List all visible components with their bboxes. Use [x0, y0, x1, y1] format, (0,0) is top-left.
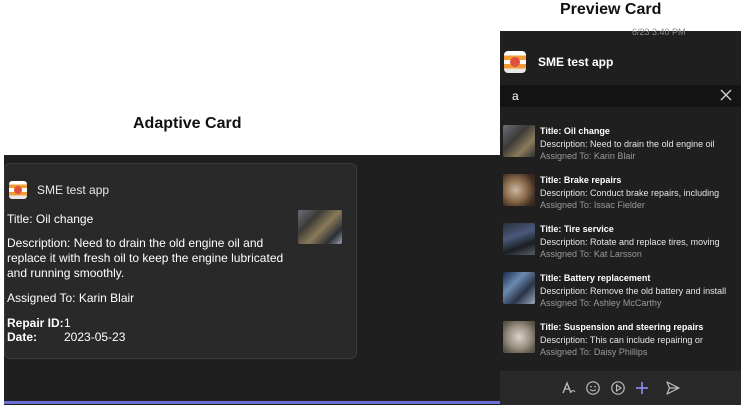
date-label: Date: [7, 330, 38, 344]
result-text: Title: Suspension and steering repairs D… [540, 321, 740, 359]
result-text: Title: Battery replacement Description: … [540, 272, 740, 310]
preview-card-heading: Preview Card [560, 1, 662, 18]
result-text: Title: Tire service Description: Rotate … [540, 223, 740, 261]
result-item[interactable]: Title: Brake repairs Description: Conduc… [500, 172, 741, 221]
result-description: Description: Remove the old battery and … [540, 285, 727, 296]
repair-id-row: Repair ID: 1 [7, 316, 125, 330]
date-row: Date: 2023-05-23 [7, 330, 125, 344]
format-icon[interactable] [560, 380, 576, 396]
date-value: 2023-05-23 [64, 330, 126, 344]
search-results-list: Title: Oil change Description: Need to d… [500, 123, 741, 368]
result-item[interactable]: Title: Oil change Description: Need to d… [500, 123, 741, 172]
result-thumbnail [503, 223, 535, 255]
result-assigned: Assigned To: Ashley McCarthy [540, 298, 662, 308]
result-title: Title: Tire service [540, 224, 614, 234]
result-item[interactable]: Title: Tire service Description: Rotate … [500, 221, 741, 270]
repair-id-value: 1 [64, 316, 71, 330]
result-text: Title: Oil change Description: Need to d… [540, 125, 740, 163]
result-assigned: Assigned To: Kat Larsson [540, 249, 642, 259]
result-title: Title: Brake repairs [540, 175, 622, 185]
card-title: Title: Oil change [7, 212, 94, 226]
card-meta: Repair ID: 1 Date: 2023-05-23 [7, 316, 125, 344]
emoji-icon[interactable] [585, 380, 601, 396]
search-input[interactable]: a [500, 85, 741, 107]
result-thumbnail [503, 174, 535, 206]
send-icon[interactable] [665, 380, 681, 396]
search-input-value[interactable]: a [512, 89, 519, 103]
result-description: Description: This can include repairing … [540, 334, 703, 345]
result-assigned: Assigned To: Karin Blair [540, 151, 636, 161]
card-header: SME test app [9, 178, 109, 202]
result-thumbnail [503, 272, 535, 304]
result-text: Title: Brake repairs Description: Conduc… [540, 174, 740, 212]
app-logo-icon [504, 51, 526, 73]
oil-change-thumbnail [298, 210, 342, 244]
plus-icon[interactable] [634, 380, 650, 396]
result-title: Title: Suspension and steering repairs [540, 322, 704, 332]
close-icon[interactable] [719, 88, 733, 102]
result-assigned: Assigned To: Issac Fielder [540, 200, 645, 210]
result-assigned: Assigned To: Daisy Phillips [540, 347, 648, 357]
result-thumbnail [503, 125, 535, 157]
repair-id-label: Repair ID: [7, 316, 64, 330]
adaptive-card-heading: Adaptive Card [133, 115, 242, 132]
result-title: Title: Oil change [540, 126, 610, 136]
result-description: Description: Rotate and replace tires, m… [540, 236, 720, 247]
result-item[interactable]: Title: Battery replacement Description: … [500, 270, 741, 319]
loop-icon[interactable] [610, 380, 626, 396]
compose-toolbar [500, 371, 741, 405]
result-description: Description: Conduct brake repairs, incl… [540, 187, 720, 198]
app-logo-icon [9, 181, 27, 199]
preview-panel: 6/23 3:40 PM SME test app a Title: Oil c… [500, 27, 741, 405]
app-name: SME test app [37, 183, 110, 197]
result-description: Description: Need to drain the old engin… [540, 138, 715, 149]
preview-header: SME test app [504, 51, 613, 73]
result-thumbnail [503, 321, 535, 353]
card-description: Description: Need to drain the old engin… [7, 236, 284, 280]
card-assigned-to: Assigned To: Karin Blair [7, 291, 135, 305]
preview-app-name: SME test app [538, 55, 614, 69]
adaptive-card: SME test app Title: Oil change Descripti… [4, 163, 357, 359]
message-timestamp: 6/23 3:40 PM [632, 27, 686, 37]
result-title: Title: Battery replacement [540, 273, 651, 283]
result-item[interactable]: Title: Suspension and steering repairs D… [500, 319, 741, 368]
